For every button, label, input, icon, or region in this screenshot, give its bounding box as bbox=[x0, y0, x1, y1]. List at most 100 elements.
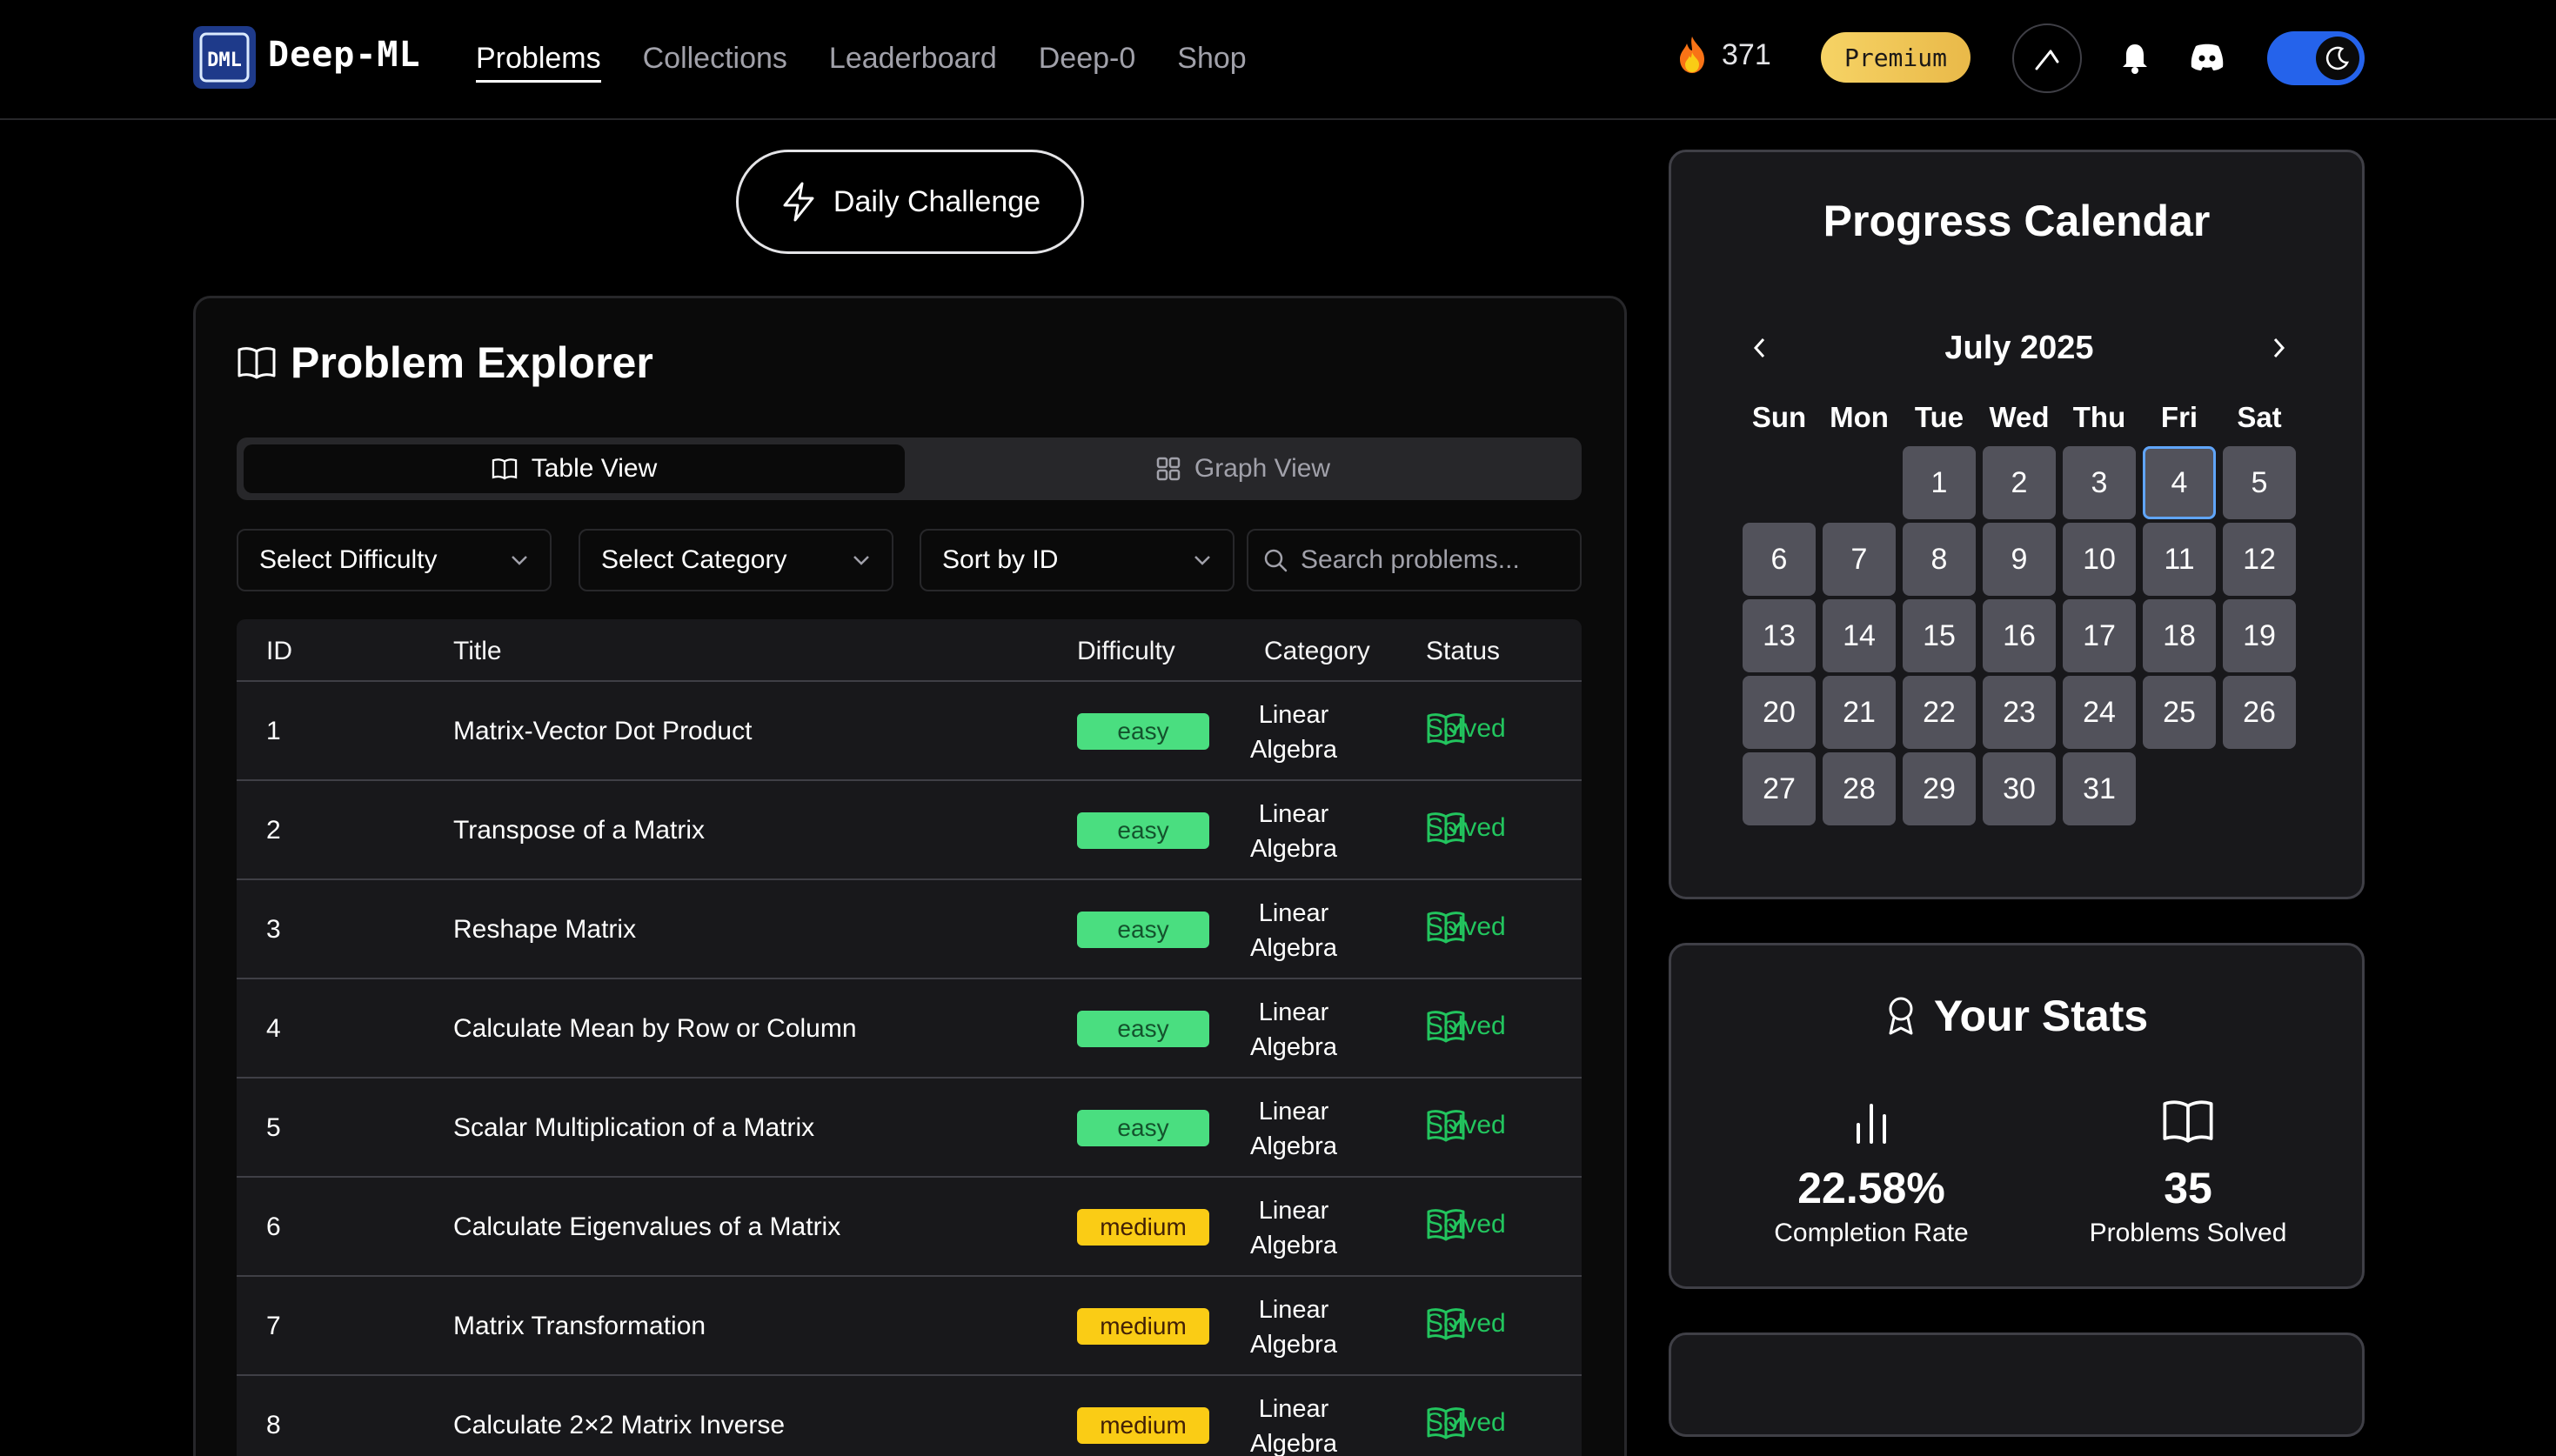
main-nav: Problems Collections Leaderboard Deep-0 … bbox=[476, 38, 1247, 83]
calendar-day[interactable]: 23 bbox=[1983, 676, 2056, 749]
calendar-day[interactable]: 19 bbox=[2223, 599, 2296, 672]
table-row[interactable]: 8 Calculate 2×2 Matrix Inverse medium Li… bbox=[237, 1376, 1582, 1456]
calendar-day[interactable]: 5 bbox=[2223, 446, 2296, 519]
calendar-day[interactable]: 31 bbox=[2063, 752, 2136, 825]
table-row[interactable]: 5 Scalar Multiplication of a Matrix easy… bbox=[237, 1079, 1582, 1178]
calendar-blank bbox=[1743, 446, 1816, 519]
table-header: ID Title Difficulty Category Status bbox=[237, 619, 1582, 682]
nav-collections[interactable]: Collections bbox=[643, 38, 787, 83]
category-line: Algebra bbox=[1250, 1232, 1337, 1259]
streak-counter[interactable]: 371 bbox=[1675, 35, 1771, 75]
tab-graph-view[interactable]: Graph View bbox=[912, 444, 1575, 493]
status-text: Solved bbox=[1426, 1309, 1506, 1338]
calendar-day[interactable]: 7 bbox=[1823, 523, 1896, 596]
nav-deep-0[interactable]: Deep-0 bbox=[1039, 38, 1136, 83]
calendar-day[interactable]: 27 bbox=[1743, 752, 1816, 825]
status-cell: Solved bbox=[1426, 1108, 1506, 1143]
weekday-thu: Thu bbox=[2072, 401, 2126, 433]
category-select[interactable]: Select Category bbox=[579, 529, 893, 591]
calendar-day[interactable]: 22 bbox=[1903, 676, 1976, 749]
calendar-day[interactable]: 25 bbox=[2143, 676, 2216, 749]
problem-title[interactable]: Scalar Multiplication of a Matrix bbox=[453, 1113, 814, 1143]
premium-button[interactable]: Premium bbox=[1821, 32, 1971, 83]
problem-title[interactable]: Calculate Mean by Row or Column bbox=[453, 1014, 857, 1044]
theme-toggle[interactable] bbox=[2267, 31, 2365, 85]
weekday-wed: Wed bbox=[1989, 401, 2050, 433]
table-row[interactable]: 6 Calculate Eigenvalues of a Matrix medi… bbox=[237, 1178, 1582, 1277]
calendar-day[interactable]: 3 bbox=[2063, 446, 2136, 519]
status-cell: Solved bbox=[1426, 711, 1506, 746]
status-text: Solved bbox=[1426, 1210, 1506, 1239]
calendar-day[interactable]: 30 bbox=[1983, 752, 2056, 825]
col-title[interactable]: Title bbox=[453, 637, 502, 666]
calendar-day[interactable]: 24 bbox=[2063, 676, 2136, 749]
calendar-day[interactable]: 9 bbox=[1983, 523, 2056, 596]
calendar-blank bbox=[1823, 446, 1896, 519]
calendar-day[interactable]: 21 bbox=[1823, 676, 1896, 749]
completion-rate-stat: 22.58% Completion Rate bbox=[1741, 1085, 2002, 1248]
nav-shop[interactable]: Shop bbox=[1177, 38, 1246, 83]
calendar-day[interactable]: 29 bbox=[1903, 752, 1976, 825]
fire-icon bbox=[1680, 37, 1704, 73]
problem-title[interactable]: Transpose of a Matrix bbox=[453, 816, 705, 845]
category-line: Linear bbox=[1258, 1395, 1329, 1423]
award-icon bbox=[1889, 997, 1913, 1035]
stats-heading: Your Stats bbox=[1671, 991, 2362, 1041]
col-difficulty[interactable]: Difficulty bbox=[1077, 637, 1175, 666]
calendar-day[interactable]: 15 bbox=[1903, 599, 1976, 672]
deep-ml-logo-icon[interactable]: DML bbox=[193, 26, 256, 89]
book-icon bbox=[492, 458, 517, 480]
problem-title[interactable]: Calculate Eigenvalues of a Matrix bbox=[453, 1212, 840, 1242]
calendar-days-grid: 1 2 3 4 5 6 7 8 9 10 11 12 13 14 15 16 17 18 19 20 21 22 23 24 2… bbox=[1743, 446, 2299, 825]
stats-title: Your Stats bbox=[1933, 992, 2149, 1040]
sort-select[interactable]: Sort by ID bbox=[920, 529, 1235, 591]
chevron-left-icon[interactable] bbox=[1750, 335, 1770, 361]
calendar-day[interactable]: 1 bbox=[1903, 446, 1976, 519]
weekday-sat: Sat bbox=[2237, 401, 2282, 433]
calendar-day[interactable]: 16 bbox=[1983, 599, 2056, 672]
discord-icon[interactable] bbox=[2189, 41, 2225, 77]
daily-challenge-button[interactable]: Daily Challenge bbox=[736, 150, 1084, 254]
table-row[interactable]: 1 Matrix-Vector Dot Product easy Linear … bbox=[237, 682, 1582, 781]
brand-name[interactable]: Deep-ML bbox=[268, 35, 421, 75]
col-status[interactable]: Status bbox=[1426, 637, 1500, 666]
difficulty-badge: easy bbox=[1077, 713, 1209, 750]
calendar-day[interactable]: 14 bbox=[1823, 599, 1896, 672]
problem-title[interactable]: Calculate 2×2 Matrix Inverse bbox=[453, 1411, 785, 1440]
calendar-day[interactable]: 8 bbox=[1903, 523, 1976, 596]
ai-assistant-button[interactable] bbox=[2012, 23, 2082, 93]
weekday-sun: Sun bbox=[1751, 401, 1807, 433]
calendar-day[interactable]: 11 bbox=[2143, 523, 2216, 596]
table-row[interactable]: 4 Calculate Mean by Row or Column easy L… bbox=[237, 979, 1582, 1079]
chevron-right-icon[interactable] bbox=[2268, 335, 2289, 361]
calendar-day[interactable]: 18 bbox=[2143, 599, 2216, 672]
calendar-day[interactable]: 10 bbox=[2063, 523, 2136, 596]
calendar-day[interactable]: 12 bbox=[2223, 523, 2296, 596]
problem-title[interactable]: Matrix Transformation bbox=[453, 1312, 706, 1341]
col-category[interactable]: Category bbox=[1264, 637, 1370, 666]
calendar-day[interactable]: 20 bbox=[1743, 676, 1816, 749]
category-line: Algebra bbox=[1250, 934, 1337, 962]
table-row[interactable]: 7 Matrix Transformation medium Linear Al… bbox=[237, 1277, 1582, 1376]
problem-title[interactable]: Reshape Matrix bbox=[453, 915, 636, 945]
calendar-day[interactable]: 13 bbox=[1743, 599, 1816, 672]
calendar-day[interactable]: 2 bbox=[1983, 446, 2056, 519]
nav-leaderboard[interactable]: Leaderboard bbox=[829, 38, 997, 83]
search-input[interactable] bbox=[1301, 545, 1562, 575]
calendar-day[interactable]: 17 bbox=[2063, 599, 2136, 672]
category-cell: Linear Algebra bbox=[1237, 698, 1350, 767]
table-row[interactable]: 3 Reshape Matrix easy Linear Algebra Sol… bbox=[237, 880, 1582, 979]
nav-problems[interactable]: Problems bbox=[476, 38, 601, 83]
table-row[interactable]: 2 Transpose of a Matrix easy Linear Alge… bbox=[237, 781, 1582, 880]
col-id[interactable]: ID bbox=[266, 637, 292, 666]
daily-challenge-label: Daily Challenge bbox=[833, 184, 1041, 218]
problem-title[interactable]: Matrix-Vector Dot Product bbox=[453, 717, 752, 746]
category-line: Linear bbox=[1258, 800, 1329, 828]
calendar-day[interactable]: 26 bbox=[2223, 676, 2296, 749]
difficulty-select[interactable]: Select Difficulty bbox=[237, 529, 552, 591]
calendar-day[interactable]: 28 bbox=[1823, 752, 1896, 825]
calendar-day[interactable]: 4 bbox=[2143, 446, 2216, 519]
tab-table-view[interactable]: Table View bbox=[244, 444, 905, 493]
calendar-day[interactable]: 6 bbox=[1743, 523, 1816, 596]
notifications-bell-icon[interactable] bbox=[2119, 41, 2151, 80]
